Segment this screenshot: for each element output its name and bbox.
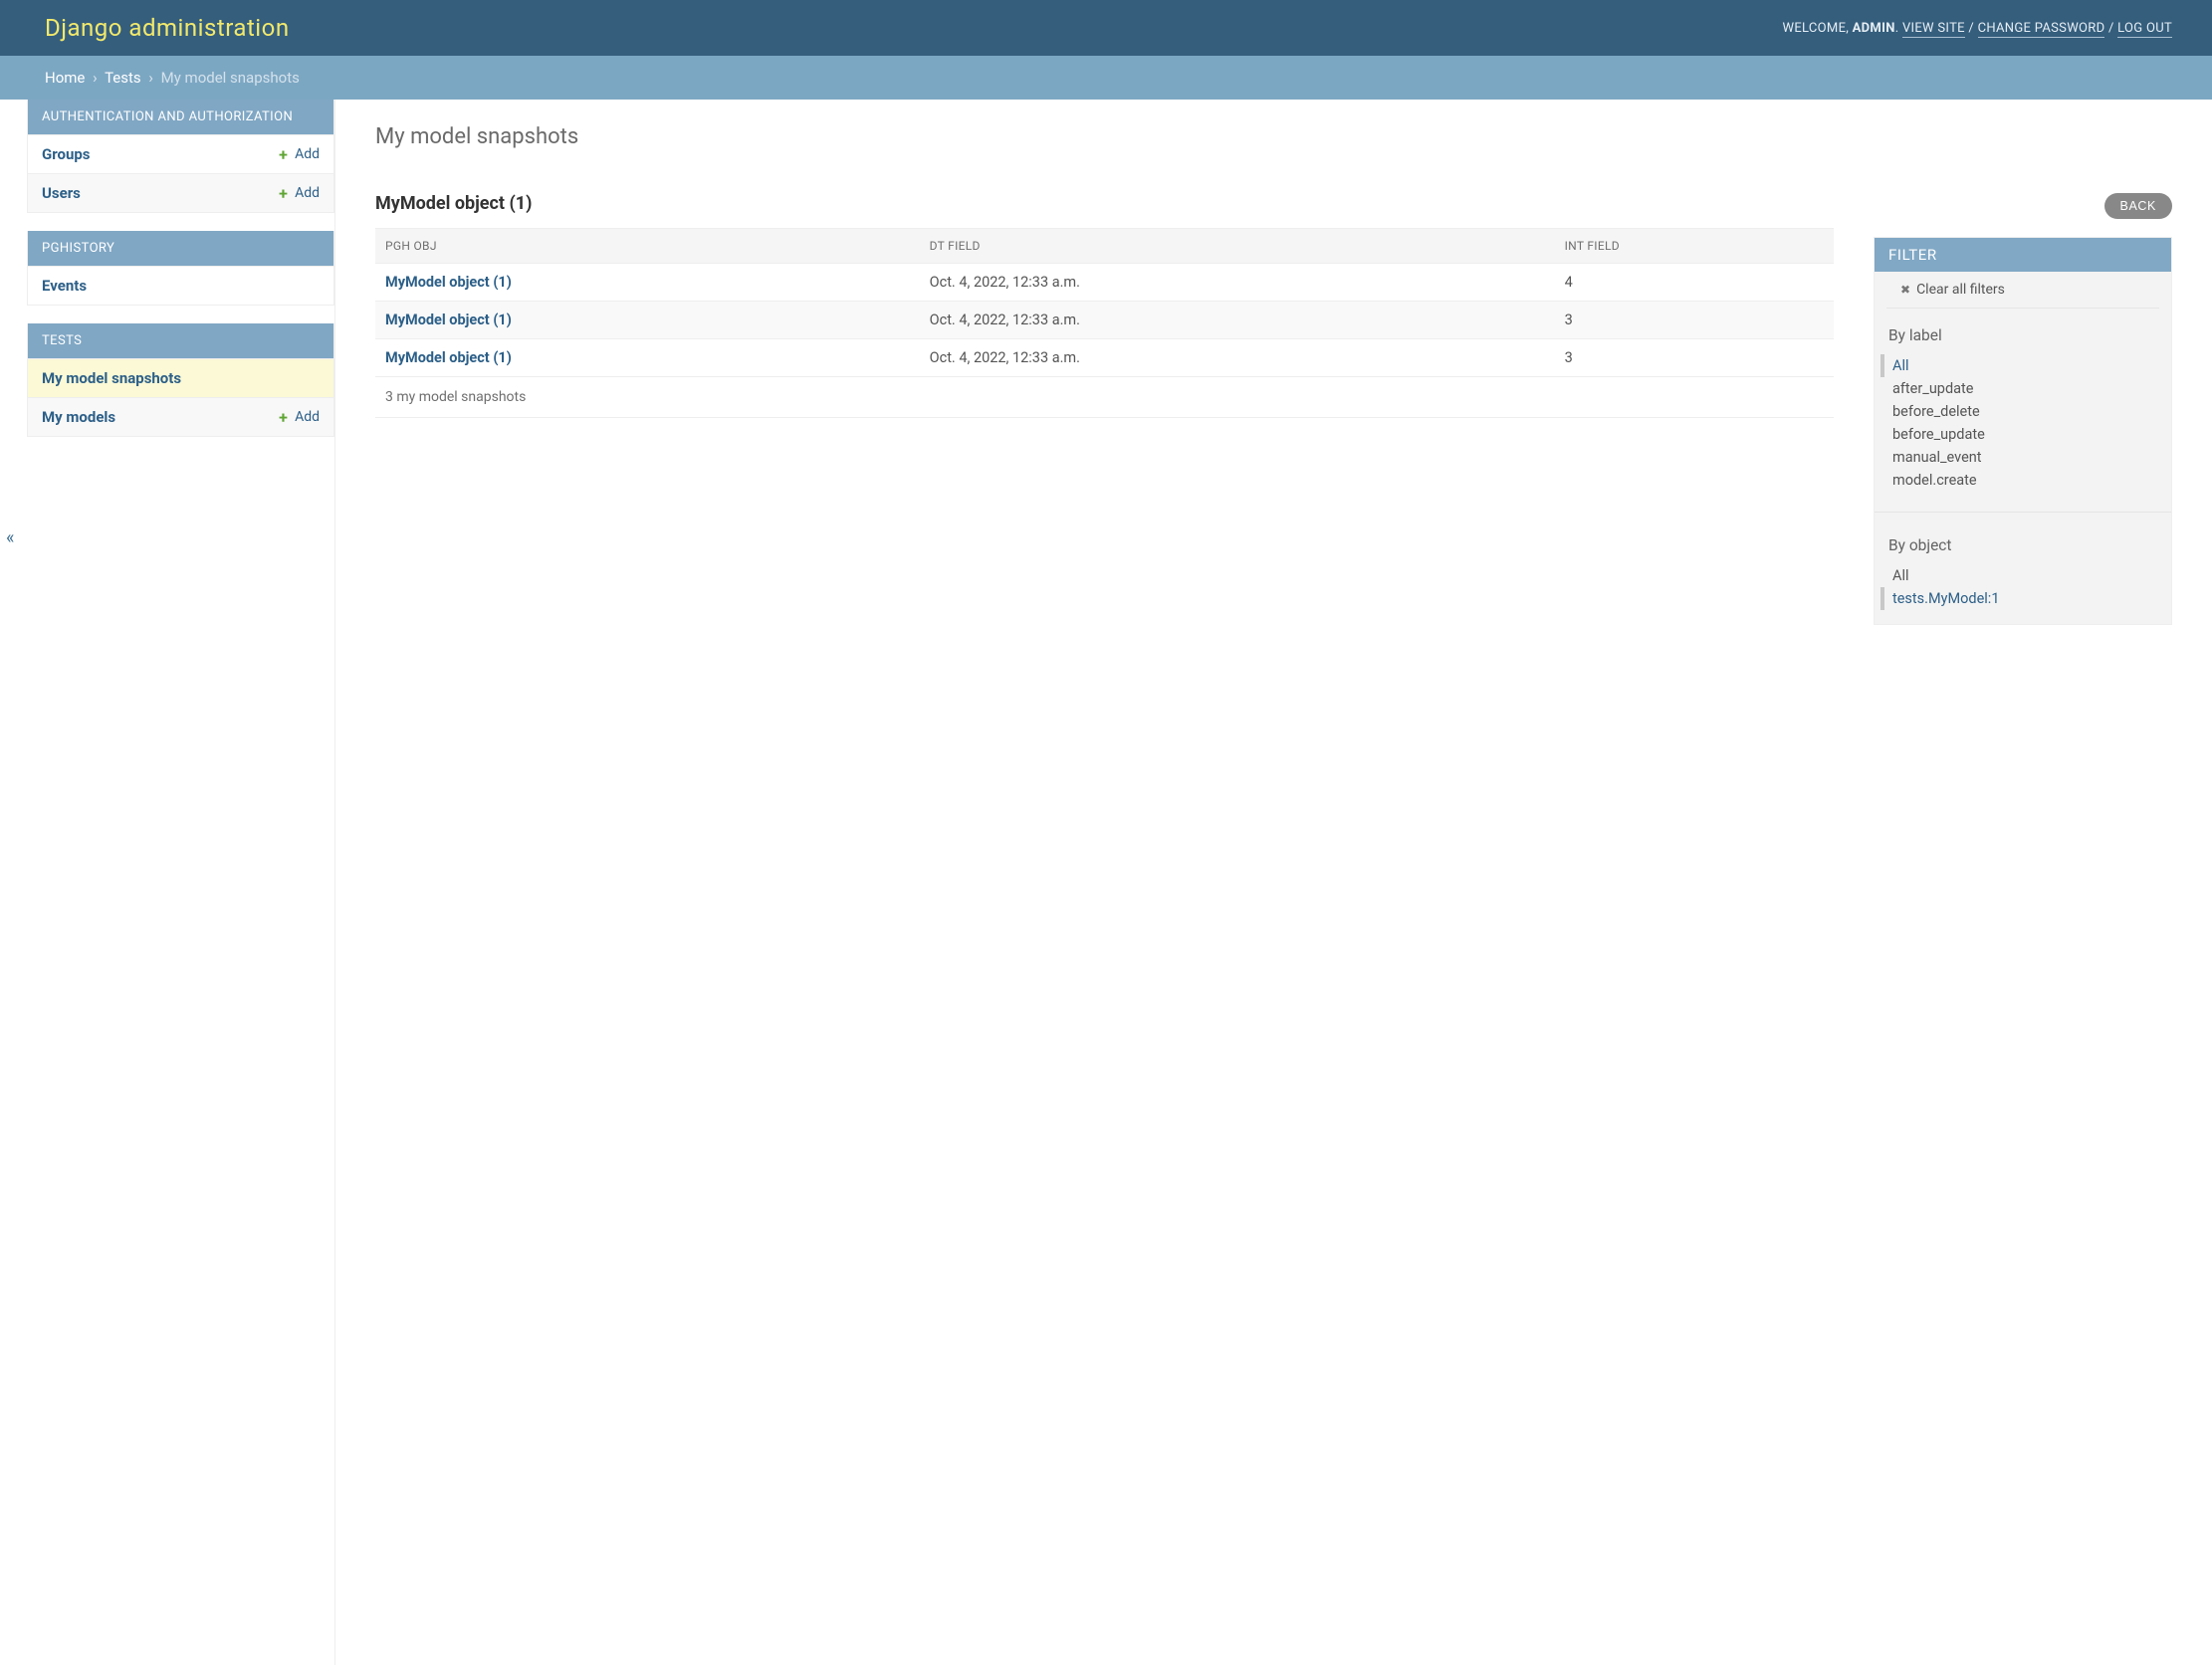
collapse-sidebar-icon[interactable]: « — [6, 527, 14, 548]
filter-heading-object: By object — [1888, 536, 2157, 554]
row-dt: Oct. 4, 2022, 12:33 a.m. — [920, 339, 1555, 377]
main-content: My model snapshots MyModel object (1) PG… — [335, 100, 2212, 1665]
clear-filters-link[interactable]: Clear all filters — [1886, 272, 2159, 309]
user-tools: WELCOME, ADMIN. VIEW SITE / CHANGE PASSW… — [1783, 21, 2173, 36]
table-row: MyModel object (1) Oct. 4, 2022, 12:33 a… — [375, 264, 1834, 302]
sidebar-module-auth: AUTHENTICATION AND AUTHORIZATION Groups … — [27, 100, 334, 213]
sidebar-item-label[interactable]: Events — [42, 277, 87, 295]
breadcrumb-current: My model snapshots — [161, 69, 300, 87]
filter-option[interactable]: before_delete — [1888, 400, 2157, 423]
sidebar-item-label[interactable]: My models — [42, 408, 115, 426]
col-dt-field[interactable]: DT FIELD — [920, 229, 1555, 264]
filter-option[interactable]: tests.MyModel:1 — [1880, 587, 2157, 610]
add-mymodels-link[interactable]: Add — [279, 409, 320, 425]
header: Django administration WELCOME, ADMIN. VI… — [0, 0, 2212, 56]
user-name: ADMIN — [1853, 21, 1895, 36]
breadcrumb: Home › Tests › My model snapshots — [0, 56, 2212, 100]
filter-option[interactable]: manual_event — [1888, 446, 2157, 469]
view-site-link[interactable]: VIEW SITE — [1902, 21, 1965, 38]
breadcrumb-app[interactable]: Tests — [105, 69, 141, 87]
table-row: MyModel object (1) Oct. 4, 2022, 12:33 a… — [375, 302, 1834, 339]
results-table: PGH OBJ DT FIELD INT FIELD MyModel objec… — [375, 228, 1834, 377]
back-button[interactable]: BACK — [2104, 193, 2172, 219]
sidebar: AUTHENTICATION AND AUTHORIZATION Groups … — [27, 100, 335, 1665]
sep: / — [1968, 21, 1977, 36]
add-label: Add — [295, 185, 320, 201]
dot: . — [1895, 21, 1902, 36]
row-dt: Oct. 4, 2022, 12:33 a.m. — [920, 302, 1555, 339]
object-title: MyModel object (1) — [375, 193, 1834, 214]
filter-box: FILTER Clear all filters By label All af… — [1874, 237, 2172, 625]
breadcrumb-sep: › — [89, 69, 102, 87]
filter-option[interactable]: before_update — [1888, 423, 2157, 446]
breadcrumb-home[interactable]: Home — [45, 69, 85, 87]
sidebar-module-tests: TESTS My model snapshots My models Add — [27, 323, 334, 437]
welcome-prefix: WELCOME, — [1783, 21, 1853, 36]
sidebar-item-mymodels: My models Add — [28, 397, 333, 436]
col-pgh-obj[interactable]: PGH OBJ — [375, 229, 920, 264]
change-password-link[interactable]: CHANGE PASSWORD — [1978, 21, 2105, 38]
sidebar-module-pghistory: PGHISTORY Events — [27, 231, 334, 306]
content-column: MyModel object (1) PGH OBJ DT FIELD INT … — [375, 193, 1834, 625]
sidebar-item-groups: Groups Add — [28, 134, 333, 173]
row-int: 3 — [1555, 302, 1834, 339]
close-icon — [1900, 282, 1910, 298]
filter-option[interactable]: All — [1880, 354, 2157, 377]
row-int: 4 — [1555, 264, 1834, 302]
filter-title: FILTER — [1875, 238, 2171, 272]
brand-title[interactable]: Django administration — [45, 14, 290, 42]
filter-by-label: By label All after_update before_delete … — [1875, 309, 2171, 506]
sidebar-item-users: Users Add — [28, 173, 333, 212]
plus-icon — [279, 411, 291, 423]
row-object-link[interactable]: MyModel object (1) — [385, 349, 512, 366]
row-int: 3 — [1555, 339, 1834, 377]
log-out-link[interactable]: LOG OUT — [2117, 21, 2172, 38]
breadcrumb-sep: › — [144, 69, 157, 87]
sidebar-item-label[interactable]: Groups — [42, 145, 91, 163]
filter-option[interactable]: model.create — [1888, 469, 2157, 492]
row-dt: Oct. 4, 2022, 12:33 a.m. — [920, 264, 1555, 302]
sep: / — [2108, 21, 2117, 36]
add-label: Add — [295, 146, 320, 162]
row-object-link[interactable]: MyModel object (1) — [385, 274, 512, 291]
sidebar-item-label[interactable]: My model snapshots — [42, 369, 181, 387]
clear-filters-label: Clear all filters — [1916, 282, 2005, 298]
add-groups-link[interactable]: Add — [279, 146, 320, 162]
sidebar-caption-auth[interactable]: AUTHENTICATION AND AUTHORIZATION — [28, 100, 333, 134]
page-title: My model snapshots — [375, 124, 2172, 149]
add-label: Add — [295, 409, 320, 425]
filter-option[interactable]: after_update — [1888, 377, 2157, 400]
filter-divider — [1875, 512, 2171, 513]
filter-option[interactable]: All — [1888, 564, 2157, 587]
plus-icon — [279, 148, 291, 160]
sidebar-item-snapshots: My model snapshots — [28, 358, 333, 397]
table-row: MyModel object (1) Oct. 4, 2022, 12:33 a… — [375, 339, 1834, 377]
sidebar-item-events: Events — [28, 266, 333, 305]
add-users-link[interactable]: Add — [279, 185, 320, 201]
right-column: BACK FILTER Clear all filters By label A… — [1874, 193, 2172, 625]
sidebar-caption-tests[interactable]: TESTS — [28, 323, 333, 358]
sidebar-item-label[interactable]: Users — [42, 184, 81, 202]
plus-icon — [279, 187, 291, 199]
row-object-link[interactable]: MyModel object (1) — [385, 312, 512, 328]
result-count: 3 my model snapshots — [375, 377, 1834, 418]
filter-heading-label: By label — [1888, 326, 2157, 344]
col-int-field[interactable]: INT FIELD — [1555, 229, 1834, 264]
sidebar-caption-pghistory[interactable]: PGHISTORY — [28, 231, 333, 266]
filter-by-object: By object All tests.MyModel:1 — [1875, 519, 2171, 624]
